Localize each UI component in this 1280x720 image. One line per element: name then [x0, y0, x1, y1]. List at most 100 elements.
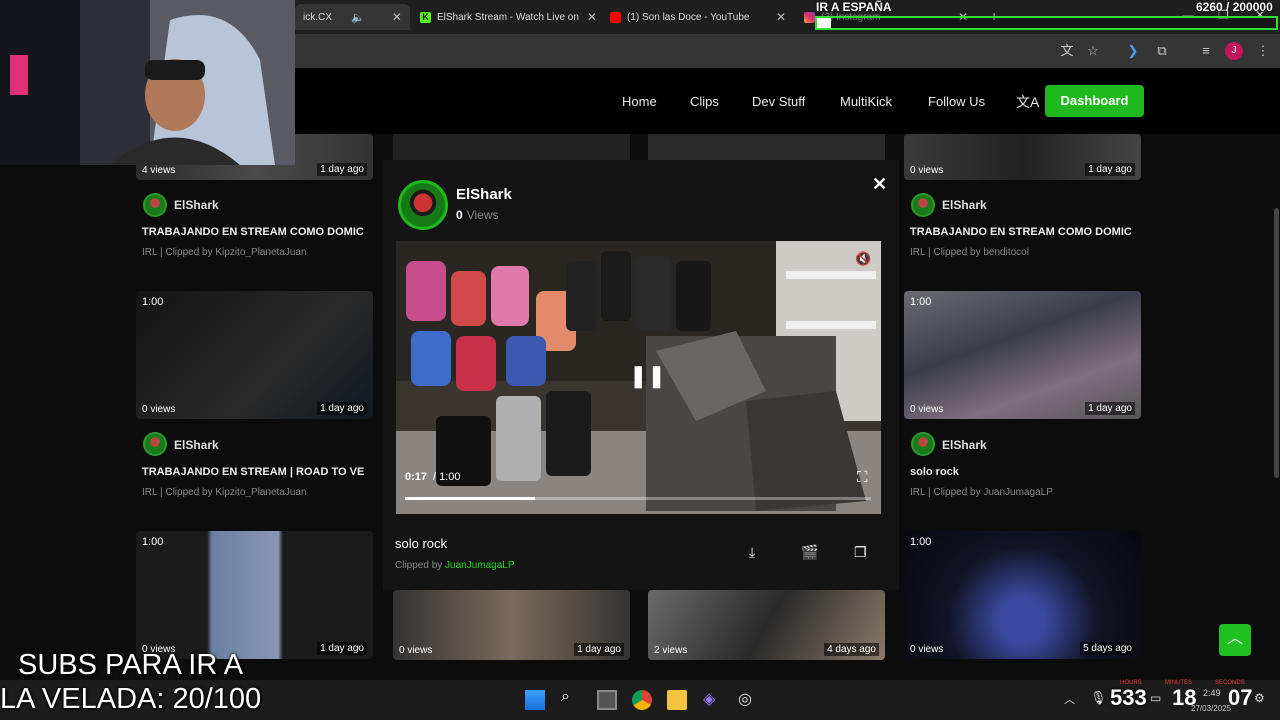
close-icon[interactable]: ✕: [872, 174, 887, 195]
mute-icon[interactable]: 🔇: [855, 251, 871, 267]
time-ago: 4 days ago: [824, 643, 879, 656]
profile-avatar[interactable]: J: [1225, 42, 1243, 60]
seek-progress: [405, 497, 536, 500]
tab-youtube[interactable]: (1) Son las Doce - YouTube ✕: [602, 4, 794, 30]
seek-bar[interactable]: [405, 497, 871, 500]
clapperboard-icon[interactable]: 🎬: [801, 544, 818, 561]
puzzle-icon[interactable]: ⧉: [1153, 42, 1171, 60]
channel-name: ElShark: [174, 198, 219, 212]
chrome-icon[interactable]: [632, 690, 652, 710]
tab-kick-cx[interactable]: ick.CX 🔈 ✕: [295, 4, 410, 30]
close-tab-icon[interactable]: ✕: [579, 10, 597, 24]
copy-icon[interactable]: ❐: [854, 544, 867, 561]
nav-home[interactable]: Home: [622, 94, 657, 109]
view-count: 4 views: [142, 165, 176, 176]
clip-thumbnail[interactable]: 0 views 1 day ago: [393, 590, 630, 660]
bookmark-star-icon[interactable]: ☆: [1084, 42, 1102, 60]
clip-meta: IRL | Clipped by Kipzito_PlanetaJuan: [142, 247, 307, 258]
clip-title[interactable]: TRABAJANDO EN STREAM | ROAD TO VE: [142, 466, 372, 478]
clip-thumbnail[interactable]: 1:00 0 views 1 day ago: [136, 291, 373, 419]
download-icon[interactable]: ⤓: [749, 544, 755, 561]
search-icon[interactable]: ⌕: [561, 688, 581, 708]
view-count: 0 views: [399, 645, 433, 656]
timer-label-hours: HOURS: [1120, 680, 1142, 686]
dashboard-button[interactable]: Dashboard: [1045, 85, 1144, 117]
timer-label-minutes: MINUTES: [1165, 680, 1192, 686]
nav-dev-stuff[interactable]: Dev Stuff: [752, 94, 805, 109]
clip-thumbnail[interactable]: 1:00 0 views 1 day ago: [136, 531, 373, 659]
subs-goal-overlay: SUBS PARA IR A LA VELADA: 20/100: [0, 648, 261, 716]
time-ago: 1 day ago: [1085, 163, 1135, 176]
clip-duration: 1:00: [910, 536, 932, 548]
file-explorer-icon[interactable]: [667, 690, 687, 710]
webcam-overlay: [0, 0, 295, 165]
fullscreen-icon[interactable]: ⛶: [857, 469, 868, 486]
nav-multikick[interactable]: MultiKick: [840, 94, 892, 109]
avatar: [143, 193, 167, 217]
clip-card[interactable]: 1:00 0 views 1 day ago ElShark solo rock…: [904, 291, 1141, 511]
app-icon[interactable]: ◈: [703, 689, 723, 709]
network-icon[interactable]: ▭: [1150, 691, 1161, 705]
view-count: 0 views: [910, 165, 944, 176]
tab-elshark-stream[interactable]: K ElShark Stream - Watch Live on ✕: [412, 4, 602, 30]
clip-duration: 1:00: [142, 296, 164, 308]
obs-icon[interactable]: ◎: [738, 689, 758, 709]
kick-favicon-icon: K: [420, 11, 431, 23]
timer-minutes: 07: [1228, 685, 1253, 710]
extension-icon[interactable]: ❯: [1124, 42, 1142, 60]
video-player[interactable]: 🔇 ❚❚ 0:17 / 1:00 ⛶: [396, 241, 881, 514]
windows-start-icon[interactable]: [525, 690, 545, 710]
channel-name: ElShark: [942, 438, 987, 452]
settings-icon[interactable]: ⚙: [1254, 691, 1265, 705]
clip-title[interactable]: solo rock: [910, 466, 1140, 478]
clipped-by-user[interactable]: JuanJumagaLP: [445, 560, 515, 571]
nav-follow-us[interactable]: Follow Us: [928, 94, 985, 109]
close-tab-icon[interactable]: ✕: [768, 10, 786, 24]
scrollbar[interactable]: [1274, 208, 1279, 478]
goal-progress-fill: [817, 18, 832, 28]
goal-progress-bar: [815, 16, 1278, 30]
subs-goal-line-1: SUBS PARA IR A: [18, 649, 244, 681]
clip-duration: 1:00: [142, 536, 164, 548]
clip-duration: 1:00: [910, 296, 932, 308]
clip-thumbnail[interactable]: 1:00 0 views 5 days ago: [904, 531, 1141, 659]
nav-clips[interactable]: Clips: [690, 94, 719, 109]
view-count: 0 views: [910, 404, 944, 415]
close-tab-icon[interactable]: ✕: [384, 10, 402, 24]
clip-title[interactable]: TRABAJANDO EN STREAM COMO DOMIC: [142, 226, 372, 238]
channel-name: ElShark: [174, 438, 219, 452]
clip-meta: IRL | Clipped by benditocol: [910, 247, 1029, 258]
clip-thumbnail[interactable]: 1:00 0 views 1 day ago: [904, 291, 1141, 419]
language-icon[interactable]: 文A: [1016, 92, 1039, 112]
time-ago: 1 day ago: [317, 642, 367, 655]
clip-meta: IRL | Clipped by Kipzito_PlanetaJuan: [142, 487, 307, 498]
clip-title[interactable]: TRABAJANDO EN STREAM COMO DOMIC: [910, 226, 1140, 238]
subs-goal-line-2: LA VELADA: 20/100: [0, 683, 262, 715]
microphone-icon[interactable]: 🎙: [1090, 690, 1107, 706]
clip-card[interactable]: 1:00 0 views 1 day ago ElShark TRABAJAND…: [136, 291, 373, 511]
translate-icon[interactable]: 文: [1058, 42, 1076, 60]
tab-label: ElShark Stream - Watch Live on: [437, 11, 579, 23]
clip-modal: ✕ ElShark 0 Views 🔇 ❚❚ 0:17 / 1:00 ⛶ sol…: [383, 160, 899, 590]
media-icon[interactable]: ≡: [1197, 42, 1215, 60]
time-ago: 1 day ago: [574, 643, 624, 656]
speaker-icon[interactable]: 🔈: [351, 11, 365, 24]
browser-menu-icon[interactable]: ⋮: [1254, 42, 1272, 60]
tab-label: (1) Son las Doce - YouTube: [627, 11, 750, 23]
clip-thumbnail[interactable]: 0 views 1 day ago: [904, 134, 1141, 180]
clip-card[interactable]: 0 views 1 day ago: [393, 590, 630, 680]
time-ago: 5 days ago: [1080, 642, 1135, 655]
pause-icon[interactable]: ❚❚: [629, 363, 666, 389]
view-count-label: Views: [466, 208, 499, 222]
tray-chevron-icon[interactable]: ︿: [1064, 691, 1075, 707]
clip-card[interactable]: 2 views 4 days ago: [648, 590, 885, 680]
current-time: 0:17: [405, 471, 428, 483]
clip-card[interactable]: 0 views 1 day ago ElShark TRABAJANDO EN …: [904, 114, 1141, 264]
scroll-to-top-button[interactable]: ︿: [1219, 624, 1251, 656]
clip-thumbnail[interactable]: 2 views 4 days ago: [648, 590, 885, 660]
task-view-icon[interactable]: [597, 690, 617, 710]
clip-card[interactable]: 1:00 0 views 5 days ago: [904, 531, 1141, 680]
avatar: [911, 193, 935, 217]
clip-title: solo rock: [395, 536, 448, 551]
goal-label: IR A ESPAÑA: [816, 0, 892, 14]
